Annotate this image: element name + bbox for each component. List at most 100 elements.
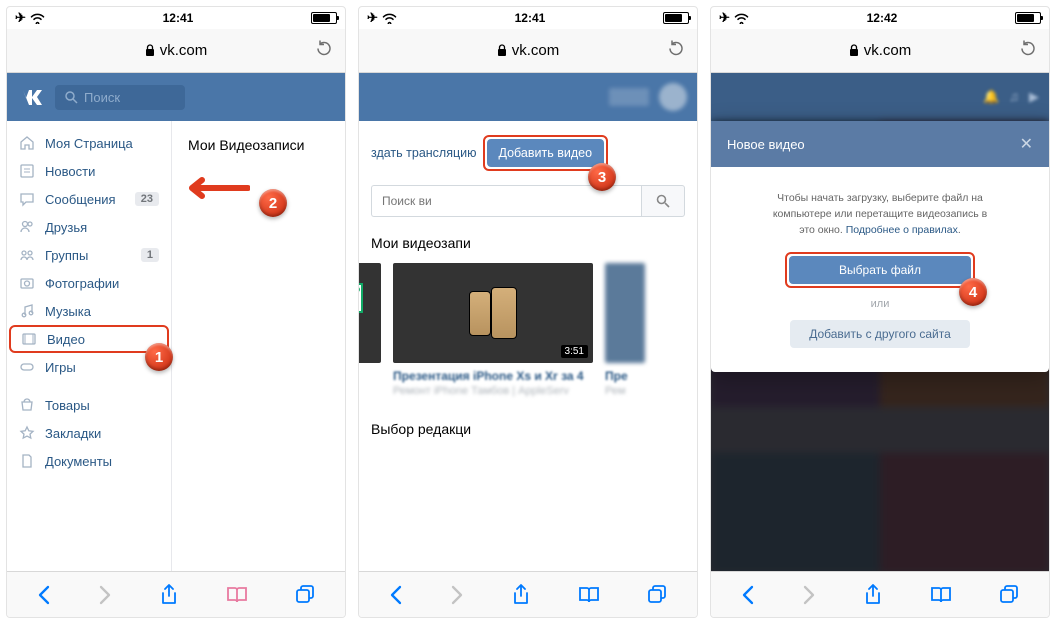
url-text: vk.com: [160, 42, 208, 59]
duration-badge: 3:51: [561, 345, 588, 358]
sidebar-item-label: Документы: [45, 454, 112, 469]
avatar[interactable]: [659, 83, 687, 111]
main-panel: Мои Видеозаписи 2: [172, 121, 345, 571]
sidebar-item-news[interactable]: Новости: [7, 157, 171, 185]
sidebar-item-bookmarks[interactable]: Закладки: [7, 419, 171, 447]
battery-icon: [663, 12, 689, 24]
ios-status-bar: ✈︎ 12:41: [359, 7, 697, 29]
music-icon[interactable]: ♫: [1009, 89, 1019, 105]
star-icon: [19, 425, 35, 441]
rules-link[interactable]: Подробнее о правилах: [846, 224, 958, 236]
step-marker-3: 3: [588, 163, 616, 191]
camera-icon: [19, 275, 35, 291]
blurred-text: [609, 88, 649, 106]
vk-logo-icon[interactable]: [17, 89, 45, 106]
reload-icon[interactable]: [667, 38, 685, 63]
safari-address-bar[interactable]: vk.com: [7, 29, 345, 73]
modal-info-text: Чтобы начать загрузку, выберите файл на …: [737, 191, 1023, 238]
thumb-title: Презентация iPhone Xs и Xr за 4: [393, 369, 593, 383]
wifi-icon: [382, 13, 397, 24]
sidebar-item-label: Фотографии: [45, 276, 119, 291]
button-label: Выбрать файл: [789, 256, 971, 284]
search-icon: [65, 91, 78, 104]
status-time: 12:41: [515, 11, 546, 25]
video-thumb[interactable]: Пре Рем: [605, 263, 645, 397]
phone-screenshot-1: ✈︎ 12:41 vk.com Поиск Моя Страница Новос…: [6, 6, 346, 618]
choose-file-button[interactable]: Выбрать файл 4: [785, 252, 975, 288]
forward-icon: [98, 585, 112, 605]
add-from-other-site-button[interactable]: Добавить с другого сайта: [790, 320, 970, 348]
battery-icon: [311, 12, 337, 24]
sidebar-item-music[interactable]: Музыка: [7, 297, 171, 325]
sidebar-item-label: Группы: [45, 248, 88, 263]
thumb-title: Пре: [605, 369, 645, 383]
sidebar-item-documents[interactable]: Документы: [7, 447, 171, 475]
phone-screenshot-2: ✈︎ 12:41 vk.com здать трансляцию Добавит…: [358, 6, 698, 618]
sidebar-item-market[interactable]: Товары: [7, 391, 171, 419]
airplane-mode-icon: ✈︎: [719, 10, 730, 26]
tabs-icon[interactable]: [999, 585, 1019, 605]
close-icon[interactable]: ✕: [1020, 134, 1033, 154]
safari-toolbar: [711, 571, 1049, 617]
left-arrow-icon: [180, 173, 250, 203]
modal-title: Новое видео: [727, 137, 805, 152]
reload-icon[interactable]: [1019, 38, 1037, 63]
video-icon[interactable]: ▶: [1029, 89, 1039, 105]
lock-icon: [849, 44, 859, 57]
bell-icon[interactable]: 🔔: [983, 89, 999, 105]
safari-toolbar: [359, 571, 697, 617]
sidebar-item-messages[interactable]: Сообщения 23: [7, 185, 171, 213]
header-icons: 🔔 ♫ ▶: [983, 89, 1039, 105]
safari-address-bar[interactable]: vk.com: [359, 29, 697, 73]
forward-icon: [802, 585, 816, 605]
lock-icon: [145, 44, 155, 57]
badge-count: 1: [141, 248, 159, 262]
back-icon[interactable]: [741, 585, 755, 605]
button-label: Добавить видео: [487, 139, 605, 167]
tabs-icon[interactable]: [295, 585, 315, 605]
home-icon: [19, 135, 35, 151]
games-icon: [19, 359, 35, 375]
reload-icon[interactable]: [315, 38, 333, 63]
sidebar-item-friends[interactable]: Друзья: [7, 213, 171, 241]
wifi-icon: [734, 13, 749, 24]
messages-icon: [19, 191, 35, 207]
add-video-button[interactable]: Добавить видео 3: [483, 135, 609, 171]
sidebar-item-profile[interactable]: Моя Страница: [7, 129, 171, 157]
back-icon[interactable]: [37, 585, 51, 605]
sidebar-item-photos[interactable]: Фотографии: [7, 269, 171, 297]
sidebar-item-label: Закладки: [45, 426, 101, 441]
modal-header: Новое видео ✕: [711, 121, 1049, 167]
search-placeholder: Поиск: [84, 90, 120, 105]
vk-header: Поиск: [7, 73, 345, 121]
thumb-title: Видео 1: [359, 369, 381, 383]
video-thumb[interactable]: BIENVENIDO DURAN ТИХАЯ Видео 1 Ziiy Kuzm…: [359, 263, 381, 397]
market-icon: [19, 397, 35, 413]
page-title: Мои Видеозаписи: [188, 137, 304, 153]
back-icon[interactable]: [389, 585, 403, 605]
search-input[interactable]: Поиск: [55, 85, 185, 110]
sidebar-item-label: Друзья: [45, 220, 87, 235]
sidebar-item-video[interactable]: Видео 1: [9, 325, 169, 353]
share-icon[interactable]: [512, 584, 530, 606]
thumb-image: 3:51: [393, 263, 593, 363]
bookmarks-icon[interactable]: [226, 586, 248, 604]
bookmarks-icon[interactable]: [578, 586, 600, 604]
sidebar-item-label: Сообщения: [45, 192, 116, 207]
bookmarks-icon[interactable]: [930, 586, 952, 604]
vk-header: [359, 73, 697, 121]
search-button[interactable]: [641, 185, 685, 217]
document-icon: [19, 453, 35, 469]
safari-address-bar[interactable]: vk.com: [711, 29, 1049, 73]
sidebar-item-label: Товары: [45, 398, 90, 413]
tab-create-stream[interactable]: здать трансляцию: [371, 138, 477, 168]
share-icon[interactable]: [160, 584, 178, 606]
upload-video-modal: Новое видео ✕ Чтобы начать загрузку, выб…: [711, 121, 1049, 372]
video-thumb[interactable]: 3:51 Презентация iPhone Xs и Xr за 4 Рем…: [393, 263, 593, 397]
sidebar: Моя Страница Новости Сообщения23 Друзья …: [7, 121, 172, 571]
sidebar-item-groups[interactable]: Группы 1: [7, 241, 171, 269]
tabs-icon[interactable]: [647, 585, 667, 605]
share-icon[interactable]: [864, 584, 882, 606]
badge-count: 23: [135, 192, 159, 206]
ios-status-bar: ✈︎ 12:42: [711, 7, 1049, 29]
